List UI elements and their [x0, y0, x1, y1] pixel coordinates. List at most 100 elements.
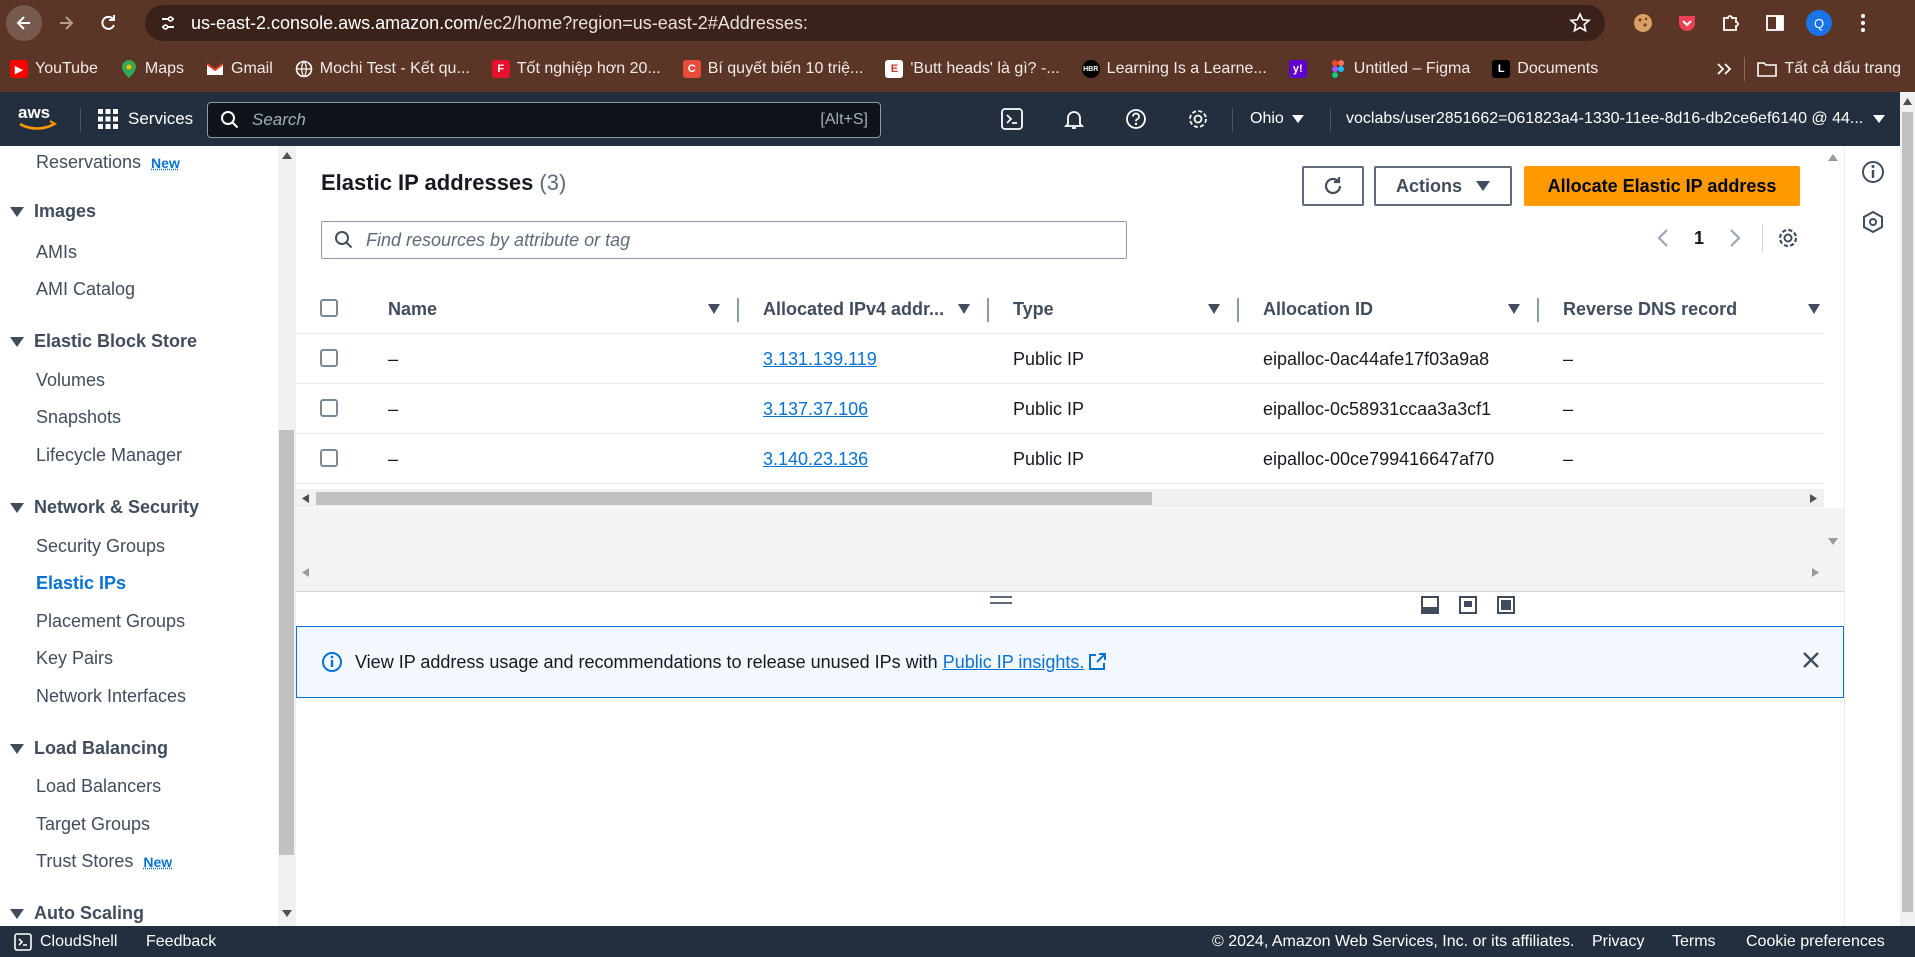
sidebar-scroll-thumb[interactable]	[279, 430, 294, 855]
bookmark-tot-nghiep[interactable]: F Tốt nghiệp hơn 20...	[491, 60, 661, 78]
sidebar-item-amis[interactable]: AMIs	[36, 242, 77, 263]
bookmark-documents[interactable]: L Documents	[1492, 60, 1598, 78]
bookmark-youtube[interactable]: ▶ YouTube	[10, 60, 98, 78]
select-all-checkbox[interactable]	[320, 299, 338, 317]
account-menu[interactable]: voclabs/user2851662=061823a4-1330-11ee-8…	[1346, 92, 1886, 146]
help-icon[interactable]	[1122, 105, 1150, 133]
sort-caret-icon[interactable]	[958, 304, 970, 314]
bookmark-figma[interactable]: Untitled – Figma	[1329, 60, 1470, 78]
sidebar-item-lifecycle-manager[interactable]: Lifecycle Manager	[36, 445, 182, 466]
sidebar-item-key-pairs[interactable]: Key Pairs	[36, 648, 113, 669]
column-resizer[interactable]	[987, 298, 989, 322]
bookmark-gmail[interactable]: Gmail	[206, 60, 273, 78]
reload-button[interactable]	[90, 5, 126, 41]
main-vertical-scrollbar[interactable]	[1824, 146, 1842, 556]
sidebar-item-elastic-ips[interactable]: Elastic IPs	[36, 573, 126, 594]
sort-caret-icon[interactable]	[1808, 304, 1820, 314]
sidebar-item-placement-groups[interactable]: Placement Groups	[36, 611, 185, 632]
profile-avatar[interactable]: Q	[1804, 8, 1834, 38]
browser-menu-icon[interactable]	[1848, 8, 1878, 38]
column-resizer[interactable]	[1237, 298, 1239, 322]
split-panel-drag-handle[interactable]	[990, 596, 1012, 604]
back-button[interactable]	[6, 5, 42, 41]
column-header-reverse-dns[interactable]: Reverse DNS record	[1563, 284, 1737, 334]
services-menu[interactable]: Services	[98, 92, 193, 146]
sidebar-section-auto-scaling[interactable]: Auto Scaling	[10, 903, 144, 924]
notifications-bell-icon[interactable]	[1060, 105, 1088, 133]
panel-side-icon[interactable]	[1458, 595, 1478, 615]
actions-button[interactable]: Actions	[1374, 166, 1512, 206]
table-scroll-thumb[interactable]	[316, 492, 1152, 505]
sort-caret-icon[interactable]	[1508, 304, 1520, 314]
current-page[interactable]: 1	[1694, 228, 1704, 249]
column-resizer[interactable]	[737, 298, 739, 322]
refresh-button[interactable]	[1302, 166, 1364, 206]
sidebar-item-ami-catalog[interactable]: AMI Catalog	[36, 279, 135, 300]
table-row[interactable]: – 3.131.139.119 Public IP eipalloc-0ac44…	[296, 334, 1824, 384]
column-header-name[interactable]: Name	[388, 284, 437, 334]
sidebar-item-target-groups[interactable]: Target Groups	[36, 814, 150, 835]
row-checkbox[interactable]	[320, 449, 338, 467]
cloudshell-button[interactable]: CloudShell	[14, 926, 117, 957]
sidebar-item-volumes[interactable]: Volumes	[36, 370, 105, 391]
search-input[interactable]: Search [Alt+S]	[207, 102, 881, 138]
more-bookmarks-icon[interactable]	[1716, 62, 1732, 76]
allocate-elastic-ip-button[interactable]: Allocate Elastic IP address	[1524, 166, 1800, 206]
external-link-icon[interactable]	[1088, 653, 1107, 671]
sidebar-item-network-interfaces[interactable]: Network Interfaces	[36, 686, 186, 707]
address-bar[interactable]: us-east-2.console.aws.amazon.com/ec2/hom…	[145, 5, 1605, 41]
puzzle-extensions-icon[interactable]	[1716, 8, 1746, 38]
aws-logo[interactable]: aws	[16, 102, 58, 134]
sidebar-item-security-groups[interactable]: Security Groups	[36, 536, 165, 557]
window-scroll-thumb[interactable]	[1902, 112, 1913, 912]
side-panel-icon[interactable]	[1760, 8, 1790, 38]
sidebar-section-ebs[interactable]: Elastic Block Store	[10, 331, 197, 352]
preferences-gear-icon[interactable]	[1777, 227, 1799, 249]
sidebar-section-load-balancing[interactable]: Load Balancing	[10, 738, 168, 759]
filter-input[interactable]: Find resources by attribute or tag	[321, 221, 1127, 259]
terms-link[interactable]: Terms	[1672, 926, 1716, 957]
cell-ipv4-link[interactable]: 3.140.23.136	[763, 434, 868, 484]
region-selector[interactable]: Ohio	[1250, 92, 1304, 146]
privacy-link[interactable]: Privacy	[1592, 926, 1644, 957]
info-panel-icon[interactable]	[1861, 160, 1885, 184]
column-header-type[interactable]: Type	[1013, 284, 1054, 334]
cookie-preferences-link[interactable]: Cookie preferences	[1746, 926, 1885, 957]
all-bookmarks[interactable]: Tất cả dấu trang	[1757, 60, 1901, 78]
sidebar-section-images[interactable]: Images	[10, 201, 96, 222]
row-checkbox[interactable]	[320, 399, 338, 417]
bookmark-mochi[interactable]: Mochi Test - Kết qu...	[295, 60, 470, 78]
bookmark-bi-quyet[interactable]: C Bí quyết biến 10 triệ...	[682, 60, 863, 78]
cookie-extension-icon[interactable]	[1628, 8, 1658, 38]
column-header-ipv4[interactable]: Allocated IPv4 addr...	[763, 284, 944, 334]
column-resizer[interactable]	[1537, 298, 1539, 322]
table-horizontal-scrollbar[interactable]	[296, 489, 1824, 507]
sidebar-item-reservations[interactable]: Reservations New	[36, 152, 180, 173]
row-checkbox[interactable]	[320, 349, 338, 367]
chevron-right-icon[interactable]	[1728, 228, 1742, 248]
cloudshell-icon[interactable]	[998, 105, 1026, 133]
hexagon-settings-icon[interactable]	[1861, 210, 1885, 234]
sort-caret-icon[interactable]	[1208, 304, 1220, 314]
sort-caret-icon[interactable]	[708, 304, 720, 314]
sidebar-item-snapshots[interactable]: Snapshots	[36, 407, 121, 428]
panel-bottom-icon[interactable]	[1420, 595, 1440, 615]
bookmark-maps[interactable]: Maps	[120, 60, 184, 78]
forward-button[interactable]	[48, 5, 84, 41]
bookmark-butt-heads[interactable]: E 'Butt heads' là gì? -...	[885, 60, 1060, 78]
sidebar-item-load-balancers[interactable]: Load Balancers	[36, 776, 161, 797]
cell-ipv4-link[interactable]: 3.131.139.119	[763, 334, 877, 384]
table-row[interactable]: – 3.140.23.136 Public IP eipalloc-00ce79…	[296, 434, 1824, 484]
close-icon[interactable]	[1801, 650, 1821, 670]
public-ip-insights-link[interactable]: Public IP insights.	[943, 652, 1085, 673]
cell-ipv4-link[interactable]: 3.137.37.106	[763, 384, 868, 434]
bookmark-learning[interactable]: HBR Learning Is a Learne...	[1081, 60, 1267, 78]
table-row[interactable]: – 3.137.37.106 Public IP eipalloc-0c5893…	[296, 384, 1824, 434]
panel-hide-icon[interactable]	[1496, 595, 1516, 615]
chevron-left-icon[interactable]	[1656, 228, 1670, 248]
bookmark-yahoo[interactable]: y!	[1288, 60, 1307, 78]
sidebar-section-network-security[interactable]: Network & Security	[10, 497, 199, 518]
feedback-link[interactable]: Feedback	[146, 926, 216, 957]
settings-gear-icon[interactable]	[1184, 105, 1212, 133]
pocket-extension-icon[interactable]	[1672, 8, 1702, 38]
